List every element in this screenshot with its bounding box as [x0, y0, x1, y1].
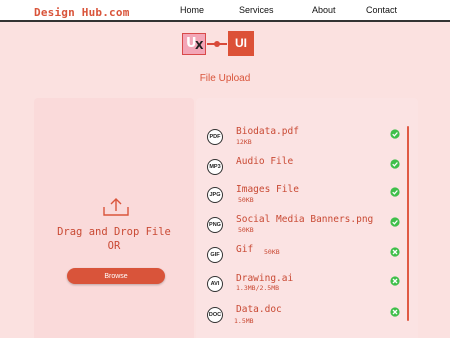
ux-logo-mark: X [195, 39, 204, 52]
file-name: Data.doc [236, 304, 282, 315]
nav-link-contact[interactable]: Contact [366, 5, 397, 15]
file-size: 1.3MB/2.5MB [236, 284, 280, 292]
file-row[interactable]: DOC Data.doc 1.5MB [196, 303, 418, 331]
ux-ui-logo: U X UI [182, 31, 262, 57]
file-type-icon: PDF [207, 129, 223, 145]
close-icon[interactable] [390, 247, 400, 257]
file-name: Drawing.ai [236, 273, 294, 284]
file-row[interactable]: PDF Biodata.pdf 12KB [196, 125, 418, 153]
drop-instructions-line: Drag and Drop File [57, 226, 171, 238]
file-row[interactable]: AVI Drawing.ai 1.3MB/2.5MB [196, 272, 418, 300]
file-size: 50KB [264, 248, 280, 256]
file-row[interactable]: GIF Gif 50KB [196, 243, 418, 271]
check-icon [390, 129, 400, 139]
check-icon [390, 159, 400, 169]
file-list: PDF Biodata.pdf 12KB MP3 Audio File JPG Images… [196, 98, 418, 338]
check-icon [390, 217, 400, 227]
page-title: File Upload [199, 73, 251, 84]
file-row[interactable]: JPG Images File 50KB [196, 183, 418, 211]
ui-logo-block: UI [228, 31, 254, 56]
logo-connector-dot [214, 41, 220, 47]
close-icon[interactable] [390, 276, 400, 286]
drop-zone[interactable]: Drag and Drop File OR Browse [34, 98, 194, 338]
file-name: Images File [236, 184, 299, 195]
file-name: Social Media Banners.png [236, 214, 374, 225]
nav-link-about[interactable]: About [312, 5, 336, 15]
file-size: 1.5MB [234, 317, 254, 325]
file-size: 50KB [238, 226, 254, 234]
nav-link-services[interactable]: Services [239, 5, 274, 15]
drop-instructions: Drag and Drop File OR [34, 225, 194, 253]
file-type-icon: AVI [207, 276, 223, 292]
ux-logo-block: U X [182, 33, 206, 55]
file-type-icon: PNG [207, 217, 223, 233]
file-type-icon: DOC [207, 307, 223, 323]
file-row[interactable]: PNG Social Media Banners.png 50KB [196, 213, 418, 241]
file-name: Audio File [236, 156, 294, 167]
close-icon[interactable] [390, 307, 400, 317]
file-row[interactable]: MP3 Audio File [196, 155, 418, 183]
top-navbar: Design Hub.com Home Services About Conta… [0, 0, 450, 22]
file-type-icon: JPG [207, 187, 223, 203]
file-type-icon: MP3 [207, 159, 223, 175]
upload-icon [103, 198, 129, 216]
file-type-icon: GIF [207, 247, 223, 263]
nav-link-home[interactable]: Home [180, 5, 204, 15]
file-size: 50KB [238, 196, 254, 204]
browse-button[interactable]: Browse [67, 268, 165, 284]
brand-logo-text[interactable]: Design Hub.com [34, 6, 130, 19]
file-name: Gif [236, 244, 254, 255]
file-size: 12KB [236, 138, 252, 146]
check-icon [390, 187, 400, 197]
file-name: Biodata.pdf [236, 126, 299, 137]
drop-or-label: OR [107, 240, 121, 252]
